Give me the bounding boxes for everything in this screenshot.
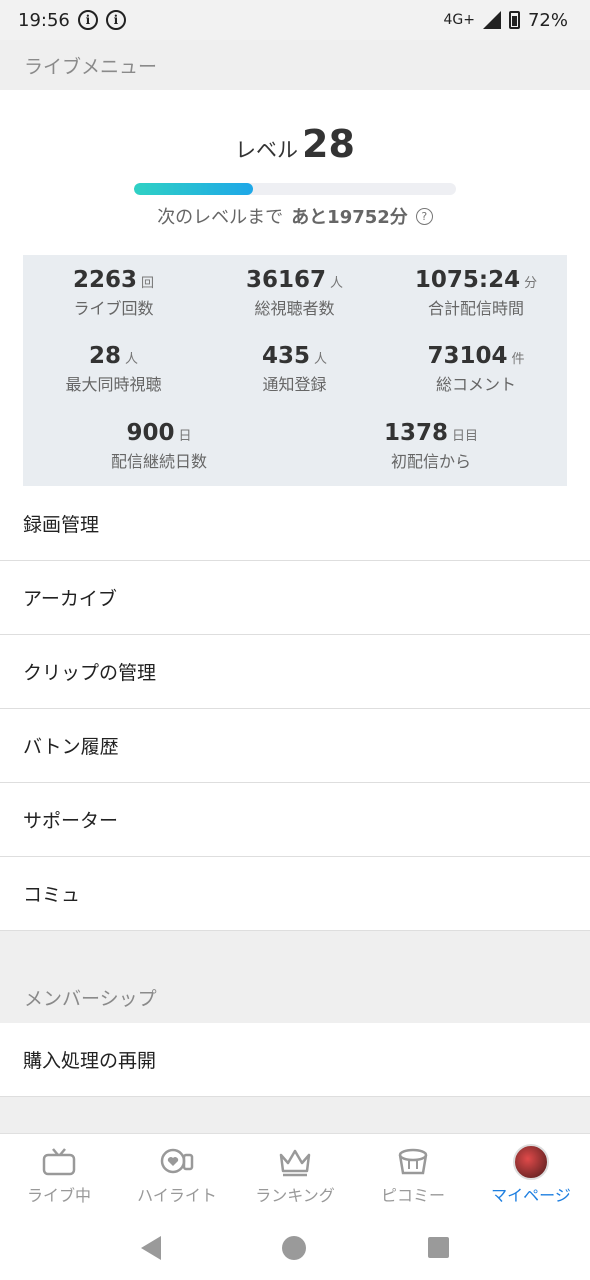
- stat-notification-subs: 435 人 通知登録: [204, 343, 385, 395]
- stat-streak-days: 900 日 配信継続日数: [23, 420, 295, 472]
- stat-caption: 初配信から: [390, 452, 471, 471]
- picomy-icon: [395, 1146, 431, 1178]
- nav-mypage[interactable]: マイページ: [472, 1134, 590, 1215]
- level-label: レベル: [235, 138, 299, 162]
- stat-value: 1378: [383, 420, 448, 446]
- nav-label: ピコミー: [380, 1186, 445, 1205]
- stat-unit: 件: [511, 352, 525, 367]
- nav-picomy[interactable]: ピコミー: [354, 1134, 472, 1215]
- status-bar: 19:56 i i 4G+ 72%: [0, 0, 590, 40]
- nav-label: マイページ: [491, 1186, 571, 1205]
- menu-recording-management[interactable]: 録画管理: [0, 487, 590, 561]
- recent-apps-icon[interactable]: [428, 1237, 450, 1258]
- menu-archive[interactable]: アーカイブ: [0, 561, 590, 635]
- next-level-label: 次のレベルまで: [157, 207, 284, 228]
- membership-header: メンバーシップ: [0, 971, 590, 1023]
- crown-icon: [277, 1146, 313, 1178]
- nav-highlight[interactable]: ハイライト: [118, 1134, 236, 1215]
- menu-baton-history[interactable]: バトン履歴: [0, 709, 590, 783]
- stat-live-count: 2263 回 ライブ回数: [23, 267, 204, 319]
- level-progress-bar: [134, 183, 456, 195]
- stats-panel: 2263 回 ライブ回数 36167 人 総視聴者数 1075:24 分 合計配信時間…: [23, 255, 567, 486]
- section-divider: [0, 1097, 590, 1133]
- level-title: レベル 28: [0, 122, 590, 166]
- battery-icon: [508, 11, 520, 29]
- avatar-wrapper: [513, 1144, 549, 1180]
- level-value: 28: [302, 122, 355, 166]
- stat-unit: 分: [524, 276, 538, 291]
- stat-value: 28: [88, 343, 121, 369]
- system-nav-bar: [0, 1215, 590, 1280]
- stat-value: 36167: [245, 267, 326, 293]
- signal-icon: [482, 11, 501, 29]
- nav-ranking[interactable]: ランキング: [236, 1134, 354, 1215]
- nav-live[interactable]: ライブ中: [0, 1134, 118, 1215]
- stat-max-concurrent: 28 人 最大同時視聴: [23, 343, 204, 395]
- nav-label: ランキング: [255, 1186, 335, 1205]
- network-type: 4G+: [443, 12, 475, 28]
- stat-caption: 配信継続日数: [110, 452, 207, 471]
- stat-value: 1075:24: [414, 267, 521, 293]
- stat-total-viewers: 36167 人 総視聴者数: [204, 267, 385, 319]
- stat-total-time: 1075:24 分 合計配信時間: [385, 267, 567, 319]
- nav-label: ライブ中: [26, 1186, 91, 1205]
- section-divider: [0, 931, 590, 971]
- stat-caption: 最大同時視聴: [65, 375, 162, 394]
- live-menu-header: ライブメニュー: [0, 40, 590, 90]
- stat-unit: 人: [330, 276, 344, 291]
- back-icon[interactable]: [140, 1235, 161, 1260]
- stat-unit: 日: [178, 429, 192, 444]
- info-icon: i: [77, 10, 98, 30]
- stat-caption: 総視聴者数: [254, 299, 335, 318]
- avatar: [513, 1144, 549, 1180]
- stat-caption: 通知登録: [262, 375, 327, 394]
- menu-community[interactable]: コミュ: [0, 857, 590, 931]
- stat-caption: 総コメント: [435, 375, 516, 394]
- home-icon[interactable]: [282, 1235, 307, 1260]
- nav-label: ハイライト: [137, 1186, 217, 1205]
- help-icon[interactable]: ?: [415, 207, 433, 225]
- stat-value: 73104: [427, 343, 508, 369]
- battery-percent: 72%: [527, 9, 568, 31]
- menu-resume-purchase[interactable]: 購入処理の再開: [0, 1023, 590, 1097]
- stat-value: 2263: [72, 267, 137, 293]
- stat-value: 900: [126, 420, 175, 446]
- menu-supporter[interactable]: サポーター: [0, 783, 590, 857]
- stat-unit: 回: [141, 276, 155, 291]
- status-right: 4G+ 72%: [443, 10, 568, 31]
- stat-value: 435: [261, 343, 310, 369]
- menu-clip-management[interactable]: クリップの管理: [0, 635, 590, 709]
- stat-days-since-first: 1378 日目 初配信から: [295, 420, 567, 472]
- level-progress-fill: [134, 183, 254, 195]
- stat-total-comments: 73104 件 総コメント: [385, 343, 567, 395]
- stat-caption: ライブ回数: [73, 299, 154, 318]
- stat-unit: 日目: [452, 429, 479, 444]
- status-left: 19:56 i i: [18, 10, 126, 31]
- bottom-nav: ライブ中 ハイライト ランキング ピコミー マイページ: [0, 1133, 590, 1215]
- stat-unit: 人: [314, 352, 328, 367]
- info-icon: i: [105, 10, 126, 30]
- tv-icon: [41, 1146, 77, 1178]
- stat-unit: 人: [125, 352, 139, 367]
- next-level-remaining: あと19752分: [291, 207, 408, 228]
- status-time: 19:56: [18, 9, 70, 31]
- next-level-text: 次のレベルまで あと19752分 ?: [0, 203, 590, 229]
- highlight-icon: [159, 1146, 195, 1178]
- stat-caption: 合計配信時間: [427, 299, 524, 318]
